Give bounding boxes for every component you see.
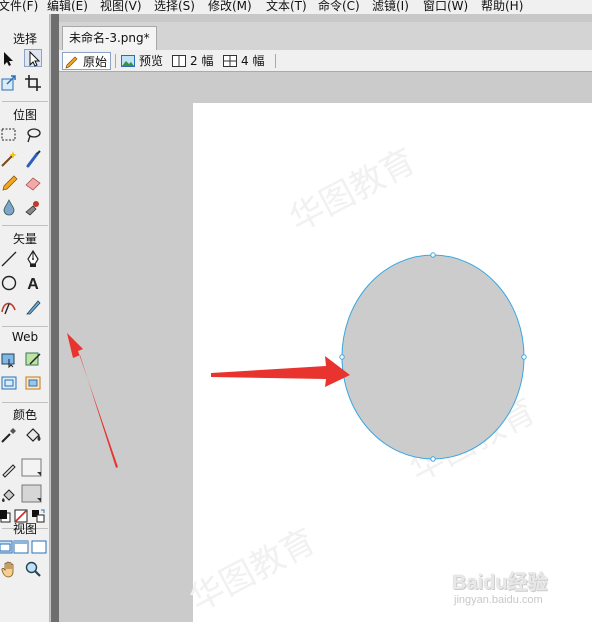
section-divider [2, 326, 48, 327]
rubber-stamp-icon[interactable] [24, 198, 42, 216]
menu-bar: 文件(F) 编辑(E) 视图(V) 选择(S) 修改(M) 文本(T) 命令(C… [0, 0, 592, 14]
pencil-tool-icon[interactable] [0, 174, 18, 192]
zoom-tool-icon[interactable] [24, 560, 42, 578]
view-mode-bar: 原始 预览 2 幅 4 幅 [59, 50, 592, 72]
magic-wand-icon[interactable] [0, 150, 18, 168]
brand-url: jingyan.baidu.com [454, 594, 543, 606]
menu-select[interactable]: 选择(S) [154, 0, 195, 14]
two-up-icon [172, 55, 186, 67]
text-tool-glyph: A [27, 276, 39, 292]
preview-view-label: 预览 [139, 54, 164, 68]
four-up-view-button[interactable]: 4 幅 [221, 52, 275, 70]
blur-tool-icon[interactable] [0, 198, 18, 216]
original-view-label: 原始 [83, 55, 108, 69]
full-screen-menu-mode-icon[interactable] [13, 539, 29, 555]
preview-view-button[interactable]: 预览 [119, 52, 169, 70]
section-label-web: Web [11, 330, 39, 344]
full-screen-mode-icon[interactable] [31, 539, 47, 555]
pointer-tool-icon[interactable] [0, 50, 18, 68]
show-slices-icon[interactable] [24, 374, 42, 392]
stroke-color-swatch[interactable] [21, 458, 43, 478]
knife-tool-icon[interactable] [24, 298, 42, 316]
eyedropper-tool-icon[interactable] [0, 426, 18, 444]
document-window: 未命名-3.png* 原始 预览 2 幅 4 幅 华图教育 华图教育 华图教育 [59, 22, 592, 622]
section-divider [2, 402, 48, 403]
pasteboard[interactable]: 华图教育 华图教育 华图教育 [59, 73, 592, 622]
watermark-text: 华图教育 [283, 141, 423, 241]
baidu-jingyan-logo: Baidu经验 jingyan.baidu.com [446, 566, 592, 616]
slice-tool-icon[interactable] [24, 350, 42, 368]
menu-commands[interactable]: 命令(C) [318, 0, 360, 14]
canvas[interactable]: 华图教育 华图教育 华图教育 [183, 103, 592, 622]
hide-slices-icon[interactable] [0, 374, 18, 392]
menu-window[interactable]: 窗口(W) [423, 0, 468, 14]
scale-tool-icon[interactable] [0, 74, 18, 92]
section-label-bitmap: 位图 [12, 108, 37, 122]
eraser-tool-icon[interactable] [24, 174, 42, 192]
document-tab[interactable]: 未命名-3.png* [62, 26, 157, 50]
line-tool-icon[interactable] [0, 250, 18, 268]
text-tool-icon[interactable]: A [24, 274, 42, 292]
crop-tool-icon[interactable] [24, 74, 42, 92]
section-label-select: 选择 [12, 32, 37, 46]
marquee-tool-icon[interactable] [0, 126, 18, 144]
watermark-text: 华图教育 [403, 391, 543, 491]
lasso-tool-icon[interactable] [24, 126, 42, 144]
hotspot-tool-icon[interactable] [0, 350, 18, 368]
separator [115, 54, 116, 68]
brand-name: Baidu经验 [452, 572, 548, 594]
menu-help[interactable]: 帮助(H) [481, 0, 523, 14]
preview-image-icon [121, 55, 135, 67]
two-up-view-button[interactable]: 2 幅 [170, 52, 222, 70]
standard-screen-mode-icon[interactable] [0, 539, 13, 555]
stroke-color-icon[interactable] [0, 460, 18, 478]
fill-color-swatch[interactable] [21, 484, 43, 504]
panel-divider[interactable] [51, 14, 59, 622]
fill-color-icon[interactable] [0, 486, 18, 504]
tools-panel: 选择 位图 矢量 A Web 颜色 视图 [0, 14, 50, 622]
document-tab-title: 未命名-3.png* [69, 31, 150, 45]
menu-text[interactable]: 文本(T) [266, 0, 307, 14]
pencil-icon [65, 56, 78, 69]
section-label-vector: 矢量 [12, 232, 37, 246]
four-up-icon [223, 55, 237, 67]
freeform-tool-icon[interactable] [0, 298, 18, 316]
section-label-view: 视图 [12, 522, 37, 536]
section-divider [2, 225, 48, 226]
menu-edit[interactable]: 编辑(E) [47, 0, 88, 14]
menu-filters[interactable]: 滤镜(I) [372, 0, 409, 14]
section-divider [2, 101, 48, 102]
paint-bucket-icon[interactable] [24, 426, 42, 444]
menu-file[interactable]: 文件(F) [0, 0, 38, 14]
section-label-colors: 颜色 [12, 408, 37, 422]
menu-modify[interactable]: 修改(M) [208, 0, 252, 14]
brush-tool-icon[interactable] [24, 150, 42, 168]
watermark-text: 华图教育 [183, 521, 323, 621]
subselect-tool-icon[interactable] [24, 49, 42, 67]
original-view-button[interactable]: 原始 [62, 52, 111, 70]
separator [275, 54, 276, 68]
two-up-view-label: 2 幅 [190, 54, 214, 68]
ellipse-tool-icon[interactable] [0, 274, 18, 292]
pen-tool-icon[interactable] [24, 250, 42, 268]
hand-tool-icon[interactable] [0, 560, 18, 578]
four-up-view-label: 4 幅 [241, 54, 265, 68]
menu-view[interactable]: 视图(V) [100, 0, 142, 14]
document-tab-strip: 未命名-3.png* [59, 22, 592, 50]
